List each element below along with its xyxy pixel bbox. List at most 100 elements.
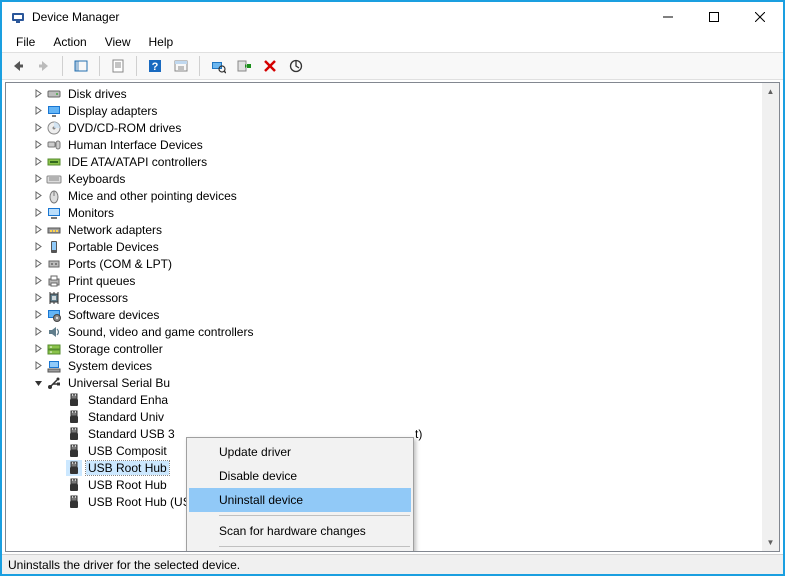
- expand-icon[interactable]: [32, 343, 44, 355]
- toolbar-properties-button[interactable]: [106, 54, 130, 78]
- tree-item-ports[interactable]: Ports (COM & LPT): [6, 255, 762, 272]
- tree-item-label: Storage controller: [66, 342, 165, 356]
- expand-icon[interactable]: [32, 275, 44, 287]
- expand-icon[interactable]: [32, 258, 44, 270]
- menu-action[interactable]: Action: [45, 33, 94, 51]
- tree-item-label: Print queues: [66, 274, 137, 288]
- ctx-uninstall-device[interactable]: Uninstall device: [189, 488, 411, 512]
- tree-item-hid[interactable]: Human Interface Devices: [6, 136, 762, 153]
- tree-item-label: Portable Devices: [66, 240, 161, 254]
- scroll-track[interactable]: [762, 100, 779, 534]
- tree-item-label: System devices: [66, 359, 154, 373]
- expand-icon[interactable]: [32, 292, 44, 304]
- expand-icon[interactable]: [32, 207, 44, 219]
- vertical-scrollbar[interactable]: ▲ ▼: [762, 83, 779, 551]
- tree-item-network[interactable]: Network adapters: [6, 221, 762, 238]
- monitor-icon: [46, 205, 62, 221]
- toolbar-enable-device-button[interactable]: [232, 54, 256, 78]
- tree-item-sound[interactable]: Sound, video and game controllers: [6, 323, 762, 340]
- toolbar-action-center-button[interactable]: [169, 54, 193, 78]
- statusbar: Uninstalls the driver for the selected d…: [2, 554, 783, 574]
- tree-item-label: IDE ATA/ATAPI controllers: [66, 155, 209, 169]
- tree-item-label: Human Interface Devices: [66, 138, 205, 152]
- tree-item-usb[interactable]: Universal Serial Bu: [6, 374, 762, 391]
- toolbar-show-hide-console-tree-button[interactable]: [69, 54, 93, 78]
- tree-item-dvd[interactable]: DVD/CD-ROM drives: [6, 119, 762, 136]
- toolbar-update-driver-button[interactable]: [284, 54, 308, 78]
- tree-item-label: Network adapters: [66, 223, 164, 237]
- tree-item-usb-0[interactable]: Standard Enha: [6, 391, 762, 408]
- expand-icon[interactable]: [32, 224, 44, 236]
- usbitem-icon: [66, 409, 82, 425]
- tree-item-monitor[interactable]: Monitors: [6, 204, 762, 221]
- mouse-icon: [46, 188, 62, 204]
- expand-icon[interactable]: [32, 122, 44, 134]
- scroll-up-button[interactable]: ▲: [762, 83, 779, 100]
- tree-item-label: Display adapters: [66, 104, 159, 118]
- usbitem-icon: [66, 494, 82, 510]
- tree-item-label: Standard Enha: [86, 393, 170, 407]
- usbitem-icon: [66, 443, 82, 459]
- toolbar-scan-hardware-button[interactable]: [206, 54, 230, 78]
- tree-item-display[interactable]: Display adapters: [6, 102, 762, 119]
- expand-icon[interactable]: [32, 139, 44, 151]
- tree-item-label: Standard USB 3: [86, 427, 177, 441]
- ctx-update-driver[interactable]: Update driver: [189, 440, 411, 464]
- tree-item-system[interactable]: System devices: [6, 357, 762, 374]
- toolbar-help-button[interactable]: ?: [143, 54, 167, 78]
- dvd-icon: [46, 120, 62, 136]
- expand-icon[interactable]: [32, 156, 44, 168]
- tree-item-label: Sound, video and game controllers: [66, 325, 255, 339]
- toolbar-separator: [136, 56, 137, 76]
- menu-view[interactable]: View: [97, 33, 139, 51]
- ports-icon: [46, 256, 62, 272]
- portable-icon: [46, 239, 62, 255]
- tree-item-storage[interactable]: Storage controller: [6, 340, 762, 357]
- tree-item-proc[interactable]: Processors: [6, 289, 762, 306]
- tree-item-usb-1[interactable]: Standard Univ: [6, 408, 762, 425]
- expand-icon[interactable]: [32, 105, 44, 117]
- software-icon: [46, 307, 62, 323]
- menu-help[interactable]: Help: [141, 33, 182, 51]
- usbitem-icon: [66, 460, 82, 476]
- disk-icon: [46, 86, 62, 102]
- toolbar-forward-button[interactable]: [32, 54, 56, 78]
- ctx-properties[interactable]: Properties: [189, 550, 411, 552]
- ctx-scan-hardware[interactable]: Scan for hardware changes: [189, 519, 411, 543]
- expand-icon[interactable]: [32, 360, 44, 372]
- minimize-button[interactable]: [645, 2, 691, 32]
- toolbar-back-button[interactable]: [6, 54, 30, 78]
- tree-item-printq[interactable]: Print queues: [6, 272, 762, 289]
- tree-item-label: Disk drives: [66, 87, 129, 101]
- expand-icon[interactable]: [32, 326, 44, 338]
- tree-item-ide[interactable]: IDE ATA/ATAPI controllers: [6, 153, 762, 170]
- display-icon: [46, 103, 62, 119]
- expand-icon[interactable]: [32, 173, 44, 185]
- system-icon: [46, 358, 62, 374]
- expand-icon[interactable]: [32, 309, 44, 321]
- ctx-separator: [219, 546, 410, 547]
- expand-icon[interactable]: [32, 88, 44, 100]
- tree-item-keyboard[interactable]: Keyboards: [6, 170, 762, 187]
- titlebar: Device Manager: [2, 2, 783, 32]
- app-icon: [10, 9, 26, 25]
- scroll-down-button[interactable]: ▼: [762, 534, 779, 551]
- tree-item-label: Keyboards: [66, 172, 127, 186]
- tree-item-label: USB Root Hub: [86, 478, 169, 492]
- device-tree-container: Disk drives Display adaptersDVD/CD-ROM dr…: [5, 82, 780, 552]
- expand-icon[interactable]: [32, 190, 44, 202]
- ctx-disable-device[interactable]: Disable device: [189, 464, 411, 488]
- tree-item-mouse[interactable]: Mice and other pointing devices: [6, 187, 762, 204]
- tree-item-disk[interactable]: Disk drives: [6, 85, 762, 102]
- maximize-button[interactable]: [691, 2, 737, 32]
- collapse-icon[interactable]: [32, 377, 44, 389]
- toolbar-uninstall-device-button[interactable]: [258, 54, 282, 78]
- tree-item-portable[interactable]: Portable Devices: [6, 238, 762, 255]
- close-button[interactable]: [737, 2, 783, 32]
- menu-file[interactable]: File: [8, 33, 43, 51]
- storage-icon: [46, 341, 62, 357]
- expand-icon[interactable]: [32, 241, 44, 253]
- usbitem-icon: [66, 392, 82, 408]
- proc-icon: [46, 290, 62, 306]
- tree-item-software[interactable]: Software devices: [6, 306, 762, 323]
